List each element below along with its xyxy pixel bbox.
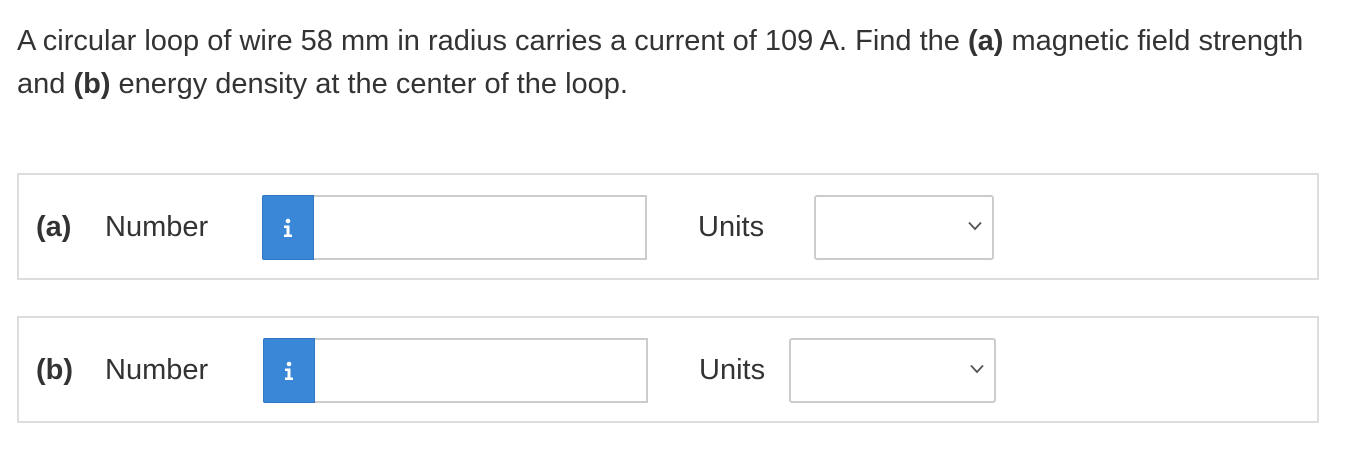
question-bold-b: (b)	[73, 68, 111, 100]
units-select-a[interactable]	[814, 195, 994, 260]
answer-row-b: (b) Number Units	[17, 316, 1319, 423]
question-part-1: A circular loop of wire 58 mm in radius …	[17, 25, 968, 57]
chevron-down-icon	[970, 364, 984, 374]
units-label-a: Units	[698, 211, 765, 243]
answer-row-a: (a) Number Units	[17, 173, 1319, 280]
question-bold-a: (a)	[967, 25, 1004, 57]
info-button-a[interactable]	[262, 195, 314, 260]
info-button-b[interactable]	[263, 338, 315, 403]
part-label-a: (a)	[36, 211, 72, 243]
info-icon	[284, 218, 292, 237]
number-input-b[interactable]	[315, 338, 648, 403]
number-label-a: Number	[105, 211, 209, 243]
units-label-b: Units	[699, 354, 766, 386]
units-select-b[interactable]	[789, 338, 996, 403]
number-label-b: Number	[105, 354, 209, 386]
info-icon	[285, 361, 293, 380]
question-part-3: energy density at the center of the loop…	[110, 68, 628, 100]
chevron-down-icon	[968, 221, 982, 231]
part-label-b: (b)	[36, 354, 74, 386]
number-input-a[interactable]	[314, 195, 647, 260]
question-text: A circular loop of wire 58 mm in radius …	[17, 20, 1317, 106]
